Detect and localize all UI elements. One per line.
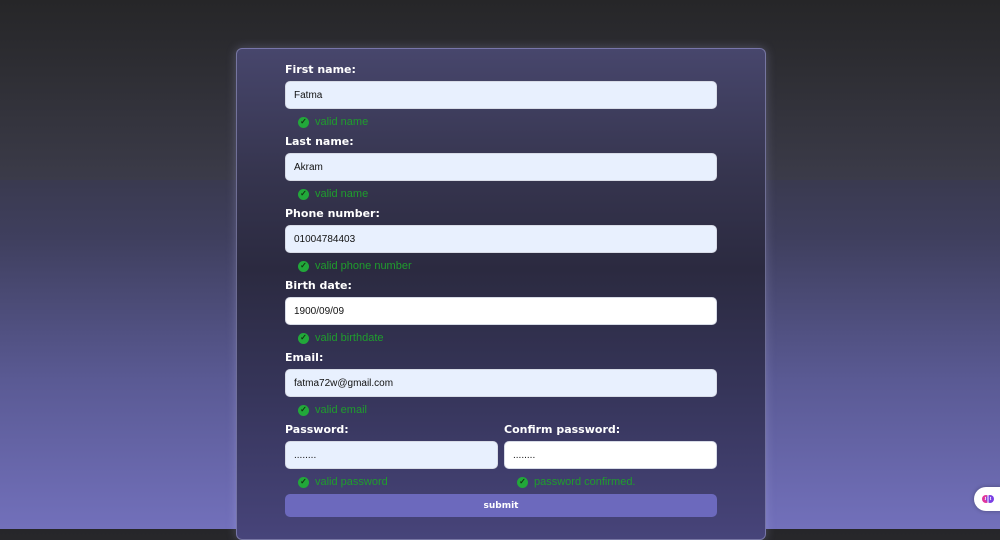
- birth-date-status: ✓ valid birthdate: [298, 331, 384, 345]
- email-status: ✓ valid email: [298, 403, 367, 417]
- check-circle-icon: ✓: [298, 476, 309, 488]
- password-label: Password:: [285, 423, 349, 436]
- first-name-status-text: valid name: [315, 116, 369, 128]
- submit-button[interactable]: submit: [285, 494, 717, 517]
- phone-status-text: valid phone number: [315, 260, 412, 272]
- check-circle-icon: ✓: [298, 260, 309, 272]
- phone-label: Phone number:: [285, 207, 380, 220]
- brain-icon: [982, 495, 994, 503]
- first-name-label: First name:: [285, 63, 356, 76]
- confirm-password-input[interactable]: [504, 441, 717, 469]
- check-circle-icon: ✓: [298, 404, 309, 416]
- phone-input[interactable]: [285, 225, 717, 253]
- password-status: ✓ valid password: [298, 475, 388, 489]
- birth-date-label: Birth date:: [285, 279, 352, 292]
- password-status-text: valid password: [315, 476, 388, 488]
- first-name-input[interactable]: [285, 81, 717, 109]
- first-name-status: ✓ valid name: [298, 115, 368, 129]
- check-circle-icon: ✓: [298, 332, 309, 344]
- last-name-status: ✓ valid name: [298, 187, 368, 201]
- check-circle-icon: ✓: [298, 116, 309, 128]
- confirm-password-status-text: password confirmed.: [534, 476, 636, 488]
- email-status-text: valid email: [315, 404, 367, 416]
- phone-status: ✓ valid phone number: [298, 259, 412, 273]
- confirm-password-label: Confirm password:: [504, 423, 621, 436]
- last-name-status-text: valid name: [315, 188, 369, 200]
- registration-form: First name: ✓ valid name Last name: ✓ va…: [236, 48, 766, 540]
- birth-date-input[interactable]: [285, 297, 717, 325]
- check-circle-icon: ✓: [517, 476, 528, 488]
- check-circle-icon: ✓: [298, 188, 309, 200]
- birth-date-status-text: valid birthdate: [315, 332, 384, 344]
- last-name-label: Last name:: [285, 135, 354, 148]
- confirm-password-status: ✓ password confirmed.: [517, 475, 636, 489]
- password-input[interactable]: [285, 441, 498, 469]
- email-label: Email:: [285, 351, 324, 364]
- extension-badge[interactable]: [974, 487, 1000, 511]
- email-input[interactable]: [285, 369, 717, 397]
- last-name-input[interactable]: [285, 153, 717, 181]
